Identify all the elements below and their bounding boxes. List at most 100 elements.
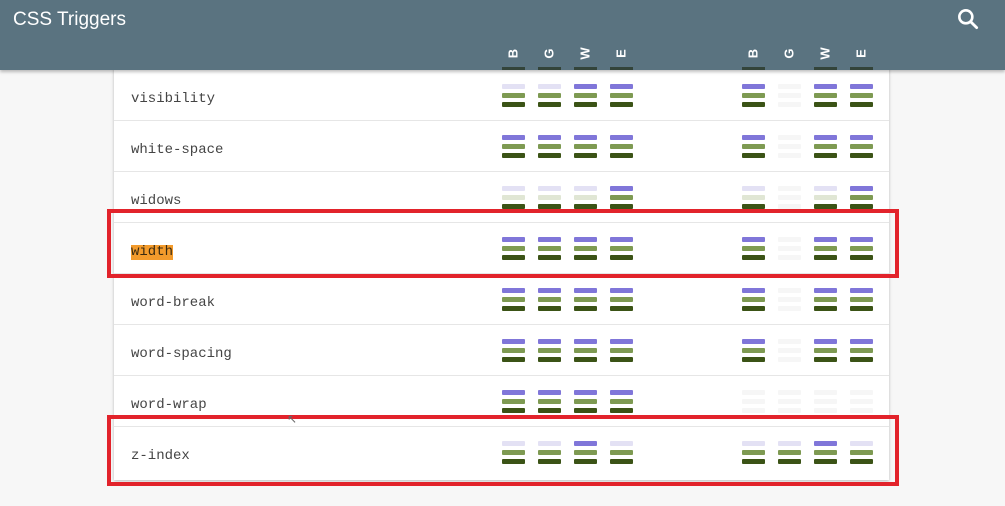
composite-bar bbox=[610, 153, 633, 158]
trigger-cell-engine-2 bbox=[814, 288, 837, 318]
paint-bar bbox=[742, 144, 765, 149]
composite-bar bbox=[574, 153, 597, 158]
paint-bar bbox=[538, 399, 561, 404]
paint-bar bbox=[778, 450, 801, 455]
layout-bar bbox=[538, 339, 561, 344]
composite-bar bbox=[610, 459, 633, 464]
list-item[interactable]: z-index bbox=[114, 427, 889, 478]
paint-bar bbox=[742, 399, 765, 404]
column-header-gecko: G bbox=[541, 48, 557, 59]
composite-bar bbox=[538, 306, 561, 311]
column-header-webkit-2: W bbox=[817, 47, 833, 60]
trigger-cell-engine bbox=[502, 288, 525, 318]
trigger-cell-engine-2 bbox=[814, 135, 837, 165]
composite-bar bbox=[814, 153, 837, 158]
composite-bar bbox=[742, 255, 765, 260]
layout-bar bbox=[814, 288, 837, 293]
composite-bar bbox=[574, 255, 597, 260]
layout-bar bbox=[778, 135, 801, 140]
trigger-cell-engine bbox=[574, 441, 597, 471]
layout-bar bbox=[610, 186, 633, 191]
layout-bar bbox=[538, 186, 561, 191]
composite-bar bbox=[850, 459, 873, 464]
composite-bar bbox=[778, 204, 801, 209]
trigger-cell-engine bbox=[574, 390, 597, 420]
trigger-cell-engine-2 bbox=[778, 84, 801, 114]
paint-bar bbox=[814, 450, 837, 455]
trigger-cell-engine bbox=[538, 441, 561, 471]
paint-bar bbox=[742, 93, 765, 98]
list-item[interactable]: visibility bbox=[114, 70, 889, 121]
paint-bar bbox=[814, 399, 837, 404]
list-item[interactable]: word-break bbox=[114, 274, 889, 325]
layout-bar bbox=[850, 390, 873, 395]
property-list: visibility white-space widows width word… bbox=[114, 66, 889, 480]
composite-bar bbox=[574, 306, 597, 311]
list-item[interactable]: widows bbox=[114, 172, 889, 223]
paint-bar bbox=[610, 450, 633, 455]
paint-bar bbox=[850, 450, 873, 455]
trigger-cell-engine-2 bbox=[814, 237, 837, 267]
layout-bar bbox=[778, 288, 801, 293]
column-underline bbox=[538, 67, 561, 70]
paint-bar bbox=[574, 297, 597, 302]
trigger-cell-engine-2 bbox=[742, 339, 765, 369]
composite-bar bbox=[742, 408, 765, 413]
paint-bar bbox=[502, 348, 525, 353]
composite-bar bbox=[778, 255, 801, 260]
composite-bar bbox=[610, 255, 633, 260]
paint-bar bbox=[502, 195, 525, 200]
trigger-cell-engine-2 bbox=[814, 84, 837, 114]
app-title[interactable]: CSS Triggers bbox=[13, 9, 126, 31]
paint-bar bbox=[574, 399, 597, 404]
layout-bar bbox=[502, 288, 525, 293]
composite-bar bbox=[610, 306, 633, 311]
property-name: visibility bbox=[131, 91, 216, 107]
paint-bar bbox=[850, 246, 873, 251]
property-name: widows bbox=[131, 193, 182, 209]
search-icon[interactable] bbox=[955, 6, 981, 32]
paint-bar bbox=[538, 348, 561, 353]
trigger-cell-engine-2 bbox=[778, 441, 801, 471]
composite-bar bbox=[742, 357, 765, 362]
layout-bar bbox=[574, 390, 597, 395]
composite-bar bbox=[502, 153, 525, 158]
trigger-cell-engine bbox=[502, 237, 525, 267]
composite-bar bbox=[538, 255, 561, 260]
layout-bar bbox=[610, 441, 633, 446]
trigger-cell-engine bbox=[538, 390, 561, 420]
list-item[interactable]: word-wrap bbox=[114, 376, 889, 427]
trigger-cell-engine bbox=[538, 237, 561, 267]
layout-bar bbox=[538, 84, 561, 89]
paint-bar bbox=[850, 93, 873, 98]
column-header-blink-2: B bbox=[745, 48, 761, 59]
layout-bar bbox=[742, 84, 765, 89]
composite-bar bbox=[814, 255, 837, 260]
property-name: white-space bbox=[131, 142, 224, 158]
list-item[interactable]: white-space bbox=[114, 121, 889, 172]
trigger-cell-engine bbox=[610, 339, 633, 369]
list-item[interactable]: width bbox=[114, 223, 889, 274]
column-underline bbox=[610, 67, 633, 70]
paint-bar bbox=[538, 297, 561, 302]
trigger-cell-engine bbox=[502, 441, 525, 471]
column-underline bbox=[814, 67, 837, 70]
column-header-edge-2: E bbox=[853, 49, 869, 58]
trigger-cell-engine-2 bbox=[778, 339, 801, 369]
layout-bar bbox=[574, 186, 597, 191]
search-button[interactable] bbox=[955, 6, 981, 32]
composite-bar bbox=[742, 102, 765, 107]
list-item[interactable]: word-spacing bbox=[114, 325, 889, 376]
layout-bar bbox=[814, 135, 837, 140]
composite-bar bbox=[778, 153, 801, 158]
paint-bar bbox=[502, 93, 525, 98]
composite-bar bbox=[574, 459, 597, 464]
trigger-cell-engine bbox=[574, 135, 597, 165]
trigger-cell-engine bbox=[502, 339, 525, 369]
trigger-cell-engine-2 bbox=[742, 135, 765, 165]
layout-bar bbox=[502, 186, 525, 191]
layout-bar bbox=[610, 84, 633, 89]
layout-bar bbox=[742, 288, 765, 293]
layout-bar bbox=[742, 186, 765, 191]
layout-bar bbox=[610, 339, 633, 344]
